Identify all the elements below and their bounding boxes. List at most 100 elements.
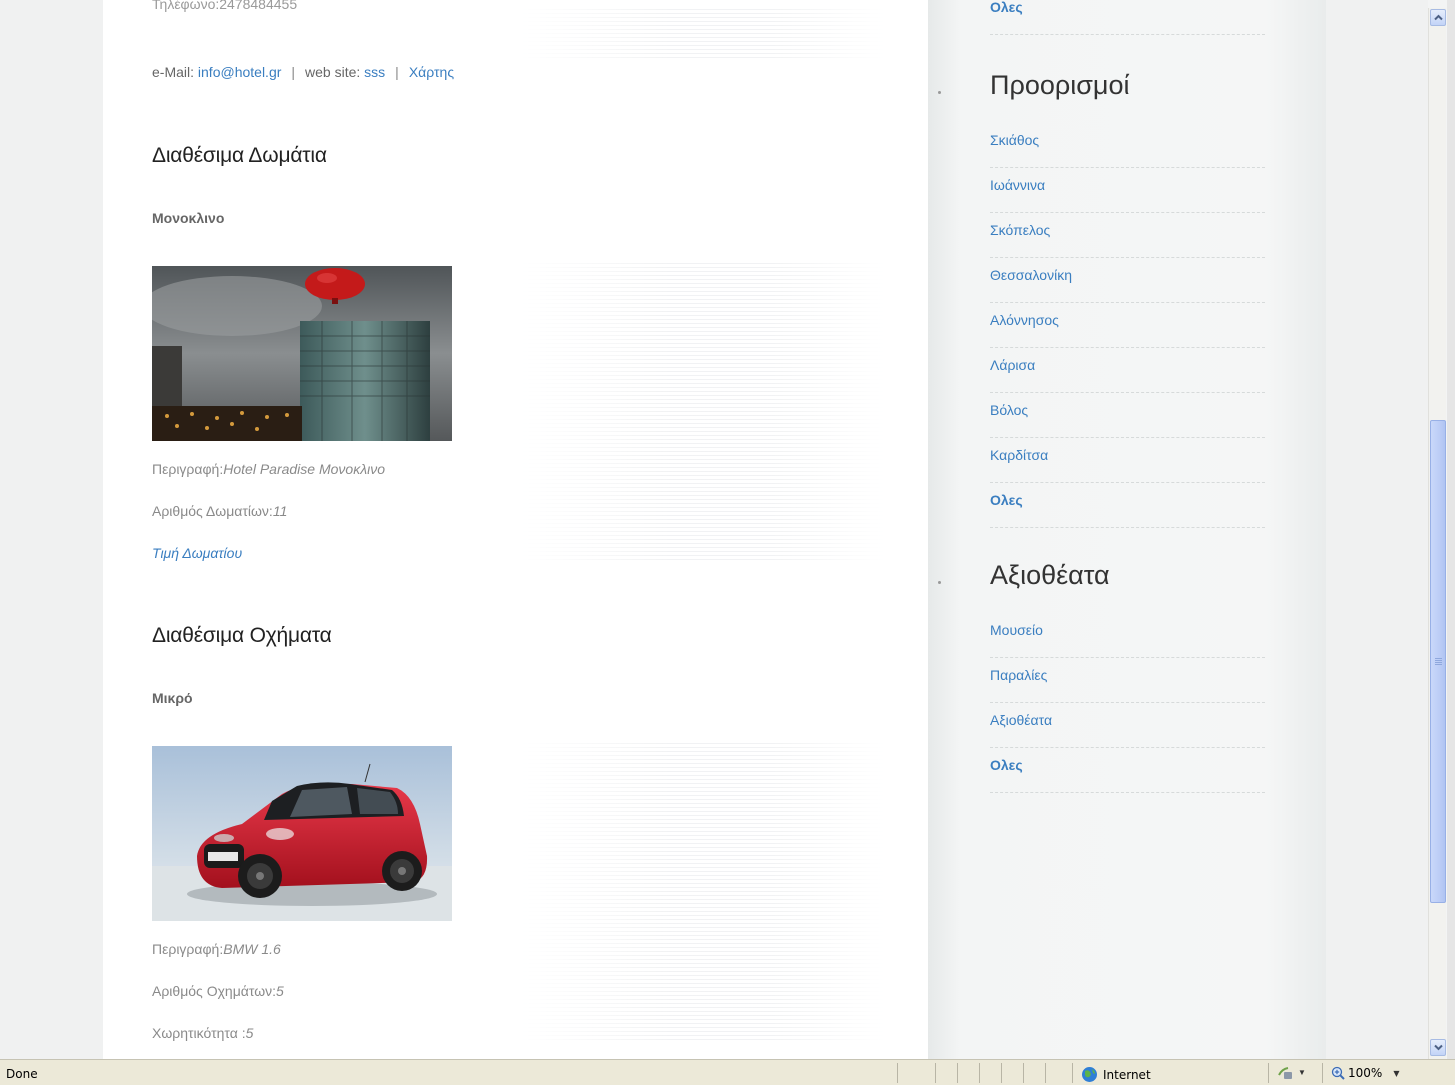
- vehicle-description-label: Περιγραφή:: [152, 941, 224, 957]
- room-count-label: Αριθμός Δωματίων:: [152, 503, 273, 519]
- sidebar-item-sights[interactable]: Αξιοθέατα: [990, 703, 1265, 748]
- stripe-decoration: [523, 8, 883, 58]
- scroll-down-button[interactable]: [1430, 1039, 1446, 1056]
- destinations-title: Προορισμοί: [990, 70, 1130, 100]
- contact-line: e-Mail: info@hotel.gr | web site: sss | Χάρτ…: [152, 64, 454, 80]
- status-text: Done: [6, 1067, 38, 1081]
- separator: |: [395, 64, 399, 80]
- bullet-icon: [938, 91, 941, 94]
- window-edge: [1447, 0, 1455, 1059]
- status-divider: [957, 1063, 958, 1083]
- zoom-control[interactable]: 100% ▼: [1331, 1066, 1399, 1080]
- sidebar-item-volos[interactable]: Βόλος: [990, 393, 1265, 438]
- vehicle-photo[interactable]: [152, 746, 452, 921]
- right-margin: [1326, 0, 1428, 1059]
- room-description-value: Hotel Paradise Μονοκλινο: [223, 461, 385, 477]
- dropdown-arrow-icon: ▼: [1393, 1068, 1400, 1078]
- status-divider: [935, 1063, 936, 1083]
- scroll-up-button[interactable]: [1430, 9, 1446, 26]
- status-divider: [897, 1063, 898, 1083]
- vehicle-name: Μικρό: [152, 690, 193, 706]
- status-divider: [1322, 1063, 1323, 1083]
- dropdown-arrow-icon: ▼: [1298, 1068, 1306, 1077]
- chevron-up-icon: [1434, 14, 1443, 21]
- email-label: e-Mail:: [152, 64, 195, 80]
- status-bar: Done Internet ▼ 100% ▼: [0, 1059, 1455, 1085]
- sidebar-item-karditsa[interactable]: Καρδίτσα: [990, 438, 1265, 483]
- status-divider: [1001, 1063, 1002, 1083]
- sidebar-item-all-sights[interactable]: Ολες: [990, 748, 1265, 793]
- zoom-icon: [1331, 1066, 1345, 1080]
- sidebar-item-all-destinations[interactable]: Ολες: [990, 483, 1265, 528]
- vehicle-description-value: BMW 1.6: [223, 941, 281, 957]
- scroll-thumb[interactable]: [1430, 420, 1446, 903]
- status-divider: [1045, 1063, 1046, 1083]
- room-count-value: 11: [272, 503, 288, 519]
- vehicle-capacity-value: 5: [245, 1025, 254, 1041]
- separator: |: [291, 64, 296, 80]
- vehicle-capacity-label: Χωρητικότητα :: [152, 1025, 246, 1041]
- room-description-label: Περιγραφή:: [152, 461, 224, 477]
- room-price-link[interactable]: Τιμή Δωματίου: [152, 545, 242, 561]
- sidebar-item-label: Λάρισα: [990, 357, 1036, 373]
- sidebar-item-museum[interactable]: Μουσείο: [990, 613, 1265, 658]
- security-zone[interactable]: Internet: [1081, 1066, 1151, 1083]
- sidebar-item-label: Ολες: [990, 0, 1023, 15]
- globe-icon: [1082, 1067, 1097, 1082]
- sidebar-item-label: Καρδίτσα: [990, 447, 1049, 463]
- status-divider: [1072, 1063, 1073, 1083]
- sidebar-item-label: Θεσσαλονίκη: [990, 267, 1072, 283]
- sidebar-item-label: Ιωάννινα: [990, 177, 1046, 193]
- vehicle-count-value: 5: [276, 983, 284, 999]
- sidebar-item-skopelos[interactable]: Σκόπελος: [990, 213, 1265, 258]
- sidebar-item-larisa[interactable]: Λάρισα: [990, 348, 1265, 393]
- rooms-section-title: Διαθέσιμα Δωμάτια: [152, 144, 327, 167]
- vehicle-count: Αριθμός Οχημάτων:5: [152, 983, 284, 999]
- grip-icon: [1435, 657, 1442, 665]
- room-photo[interactable]: [152, 266, 452, 441]
- bullet-icon: [938, 581, 941, 584]
- left-margin: [0, 0, 103, 1059]
- room-count: Αριθμός Δωματίων:11: [152, 503, 287, 519]
- sights-title: Αξιοθέατα: [990, 560, 1110, 590]
- website-label: web site:: [305, 64, 361, 80]
- vertical-scrollbar[interactable]: [1428, 8, 1446, 1059]
- sidebar-item-label: Βόλος: [990, 402, 1029, 418]
- website-link[interactable]: sss: [364, 64, 385, 80]
- sidebar-item-alonissos[interactable]: Αλόννησος: [990, 303, 1265, 348]
- vehicles-section-title: Διαθέσιμα Οχήματα: [152, 624, 332, 647]
- vehicle-capacity: Χωρητικότητα :5: [152, 1025, 253, 1041]
- zoom-label: 100%: [1348, 1066, 1383, 1080]
- email-link[interactable]: info@hotel.gr: [198, 64, 281, 80]
- sidebar-item-all-top[interactable]: Ολες: [990, 0, 1265, 35]
- map-link[interactable]: Χάρτης: [409, 64, 454, 80]
- vehicle-count-label: Αριθμός Οχημάτων:: [152, 983, 277, 999]
- sidebar-item-label: Μουσείο: [990, 622, 1043, 638]
- browser-viewport: Τηλέφωνο:2478484455 e-Mail: info@hotel.g…: [0, 0, 1428, 1059]
- stripe-decoration: [523, 740, 883, 1040]
- protected-mode-button[interactable]: ▼: [1276, 1065, 1306, 1080]
- phone-text: Τηλέφωνο:2478484455: [152, 0, 298, 12]
- sidebar-item-ioannina[interactable]: Ιωάννινα: [990, 168, 1265, 213]
- room-description: Περιγραφή:Hotel Paradise Μονοκλινο: [152, 461, 385, 477]
- sidebar-item-label: Ολες: [990, 757, 1023, 773]
- stripe-decoration: [523, 260, 883, 560]
- vehicle-description: Περιγραφή:BMW 1.6: [152, 941, 281, 957]
- sidebar-item-beaches[interactable]: Παραλίες: [990, 658, 1265, 703]
- sidebar-item-label: Σκιάθος: [990, 132, 1040, 148]
- sidebar-item-label: Ολες: [990, 492, 1023, 508]
- zone-label: Internet: [1103, 1067, 1151, 1082]
- room-name: Μονοκλινο: [152, 210, 225, 226]
- room-photo-image: [152, 266, 452, 441]
- status-divider: [1268, 1063, 1269, 1083]
- vehicle-photo-image: [152, 746, 452, 921]
- chevron-down-icon: [1434, 1044, 1443, 1051]
- status-divider: [1023, 1063, 1024, 1083]
- status-divider: [979, 1063, 980, 1083]
- sidebar-item-label: Αξιοθέατα: [990, 712, 1053, 728]
- sidebar-item-label: Παραλίες: [990, 667, 1048, 683]
- sidebar-item-skiathos[interactable]: Σκιάθος: [990, 123, 1265, 168]
- sidebar-item-label: Σκόπελος: [990, 222, 1051, 238]
- shield-icon: [1278, 1067, 1292, 1079]
- sidebar-item-thessaloniki[interactable]: Θεσσαλονίκη: [990, 258, 1265, 303]
